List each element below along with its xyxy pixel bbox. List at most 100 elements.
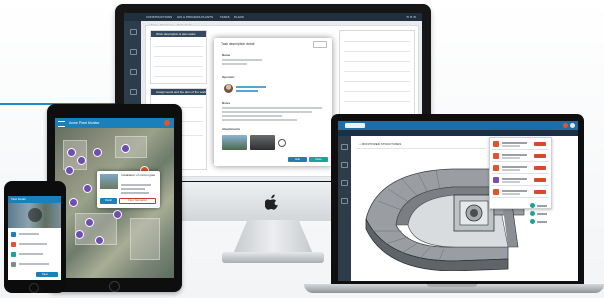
tool-label xyxy=(537,213,547,215)
phone-header: Task Detail xyxy=(8,196,61,203)
map-pin-icon[interactable] xyxy=(69,198,78,207)
tool-icon xyxy=(530,219,535,224)
popup-text xyxy=(121,184,151,186)
operator-link[interactable] xyxy=(236,86,266,88)
phone-list-icon xyxy=(11,232,16,237)
alert-icon xyxy=(493,141,499,147)
map-pin-icon[interactable] xyxy=(83,184,92,193)
row-divider xyxy=(344,71,410,72)
phone-text xyxy=(19,253,43,255)
modal-text xyxy=(222,107,322,109)
operator-link[interactable] xyxy=(236,90,258,92)
alert-icon[interactable] xyxy=(563,123,568,128)
modal-text xyxy=(222,59,262,61)
popup-navigation-button[interactable]: Open Navigation xyxy=(119,198,156,204)
phone-home-button[interactable] xyxy=(29,283,39,293)
map-pin-icon[interactable] xyxy=(77,156,86,165)
status-badge xyxy=(534,178,546,182)
left-pane-lower-header: Assignments and the plan of the works xyxy=(151,89,208,95)
tablet-screen: Acme Plant Monitor Installation of contr… xyxy=(55,118,174,278)
nav-tab-plants[interactable]: GIS & PROCESS PLANTS xyxy=(177,15,213,19)
sidebar-map-icon[interactable] xyxy=(341,162,348,168)
tool-item[interactable] xyxy=(530,203,548,208)
alert-subtext xyxy=(502,169,520,171)
attachment-thumbnail[interactable] xyxy=(250,135,275,150)
divider xyxy=(356,148,486,149)
tablet-home-button[interactable] xyxy=(109,281,120,292)
alert-text xyxy=(502,166,527,168)
alert-text xyxy=(502,154,527,156)
modal-title: Task description detail xyxy=(221,42,255,46)
phone-save-label: Save xyxy=(42,273,48,276)
map-area xyxy=(130,218,160,260)
status-badge xyxy=(534,154,546,158)
alert-item[interactable] xyxy=(492,176,549,186)
phone-photo xyxy=(8,203,61,228)
nav-tab-plans[interactable]: PLANS xyxy=(234,15,244,19)
phone-list-icon xyxy=(11,242,16,247)
sidebar-settings-icon[interactable] xyxy=(130,89,137,95)
notification-icon[interactable] xyxy=(164,120,170,126)
map-pin-icon[interactable] xyxy=(65,166,74,175)
left-pane-header: Work description & plan tasks xyxy=(151,31,206,37)
phone-screen: Task Detail Save xyxy=(8,196,61,280)
alert-icon xyxy=(493,189,499,195)
tool-label xyxy=(537,205,547,207)
laptop-screen: ⌂ MONITORED STRUCTURES xyxy=(338,121,578,281)
row-divider xyxy=(154,76,203,77)
menu-icon[interactable] xyxy=(58,121,65,127)
tool-item[interactable] xyxy=(530,219,548,224)
avatar xyxy=(224,84,233,93)
alert-text xyxy=(502,190,527,192)
map-pin-icon[interactable] xyxy=(67,148,76,157)
row-divider xyxy=(344,61,410,62)
sidebar-settings-icon[interactable] xyxy=(341,198,348,204)
modal-label-notes: Notes xyxy=(222,101,231,105)
row-divider xyxy=(344,41,410,42)
brand-logo xyxy=(345,123,365,128)
sidebar-home-icon[interactable] xyxy=(341,144,348,150)
laptop-sidebar xyxy=(338,136,351,281)
nav-user-icons[interactable]: ✉ ★ ⚙ xyxy=(406,15,416,19)
sidebar-list-icon[interactable] xyxy=(341,180,348,186)
map-pin-icon[interactable] xyxy=(93,148,102,157)
phone-text xyxy=(19,243,47,245)
sidebar-map-icon[interactable] xyxy=(130,49,137,55)
modal-label-name: Name xyxy=(222,53,231,57)
alert-item[interactable] xyxy=(492,164,549,174)
attachment-thumbnail[interactable] xyxy=(222,135,247,150)
phone-save-button[interactable]: Save xyxy=(36,272,58,277)
phone-text xyxy=(19,233,39,235)
phone-list-icon xyxy=(11,252,16,257)
phone-title: Task Detail xyxy=(11,197,26,201)
modal-close-action-button[interactable]: Close xyxy=(309,157,328,162)
user-icon[interactable] xyxy=(570,123,575,128)
map-pin-icon[interactable] xyxy=(75,230,84,239)
sidebar-home-icon[interactable] xyxy=(130,29,137,35)
alert-item[interactable] xyxy=(492,140,549,150)
row-divider xyxy=(344,91,410,92)
nav-tab-tasks[interactable]: TASKS xyxy=(220,15,230,19)
desktop-stand-foot xyxy=(222,252,324,263)
nav-tab-constructions[interactable]: CONSTRUCTIONS xyxy=(146,15,172,19)
popup-title: Installation of control gate xyxy=(121,173,156,177)
alert-text xyxy=(502,178,527,180)
modal-text xyxy=(222,111,312,113)
map-pin-icon[interactable] xyxy=(95,236,104,245)
modal-edit-button[interactable]: Edit xyxy=(288,157,307,162)
tablet-header: Acme Plant Monitor xyxy=(55,118,174,128)
modal-close-button[interactable] xyxy=(313,41,327,48)
tool-item[interactable] xyxy=(530,211,548,216)
sidebar-list-icon[interactable] xyxy=(130,69,137,75)
map-pin-icon[interactable] xyxy=(85,218,94,227)
alert-item[interactable] xyxy=(492,152,549,162)
alert-item[interactable] xyxy=(492,188,549,198)
status-badge xyxy=(534,190,546,194)
alert-subtext xyxy=(502,181,520,183)
laptop-nav xyxy=(338,130,578,136)
map-pin-icon[interactable] xyxy=(121,144,130,153)
alert-icon xyxy=(493,177,499,183)
popup-detail-button[interactable]: Detail xyxy=(100,198,117,204)
alerts-panel xyxy=(489,137,552,209)
map-pin-icon[interactable] xyxy=(113,210,122,219)
